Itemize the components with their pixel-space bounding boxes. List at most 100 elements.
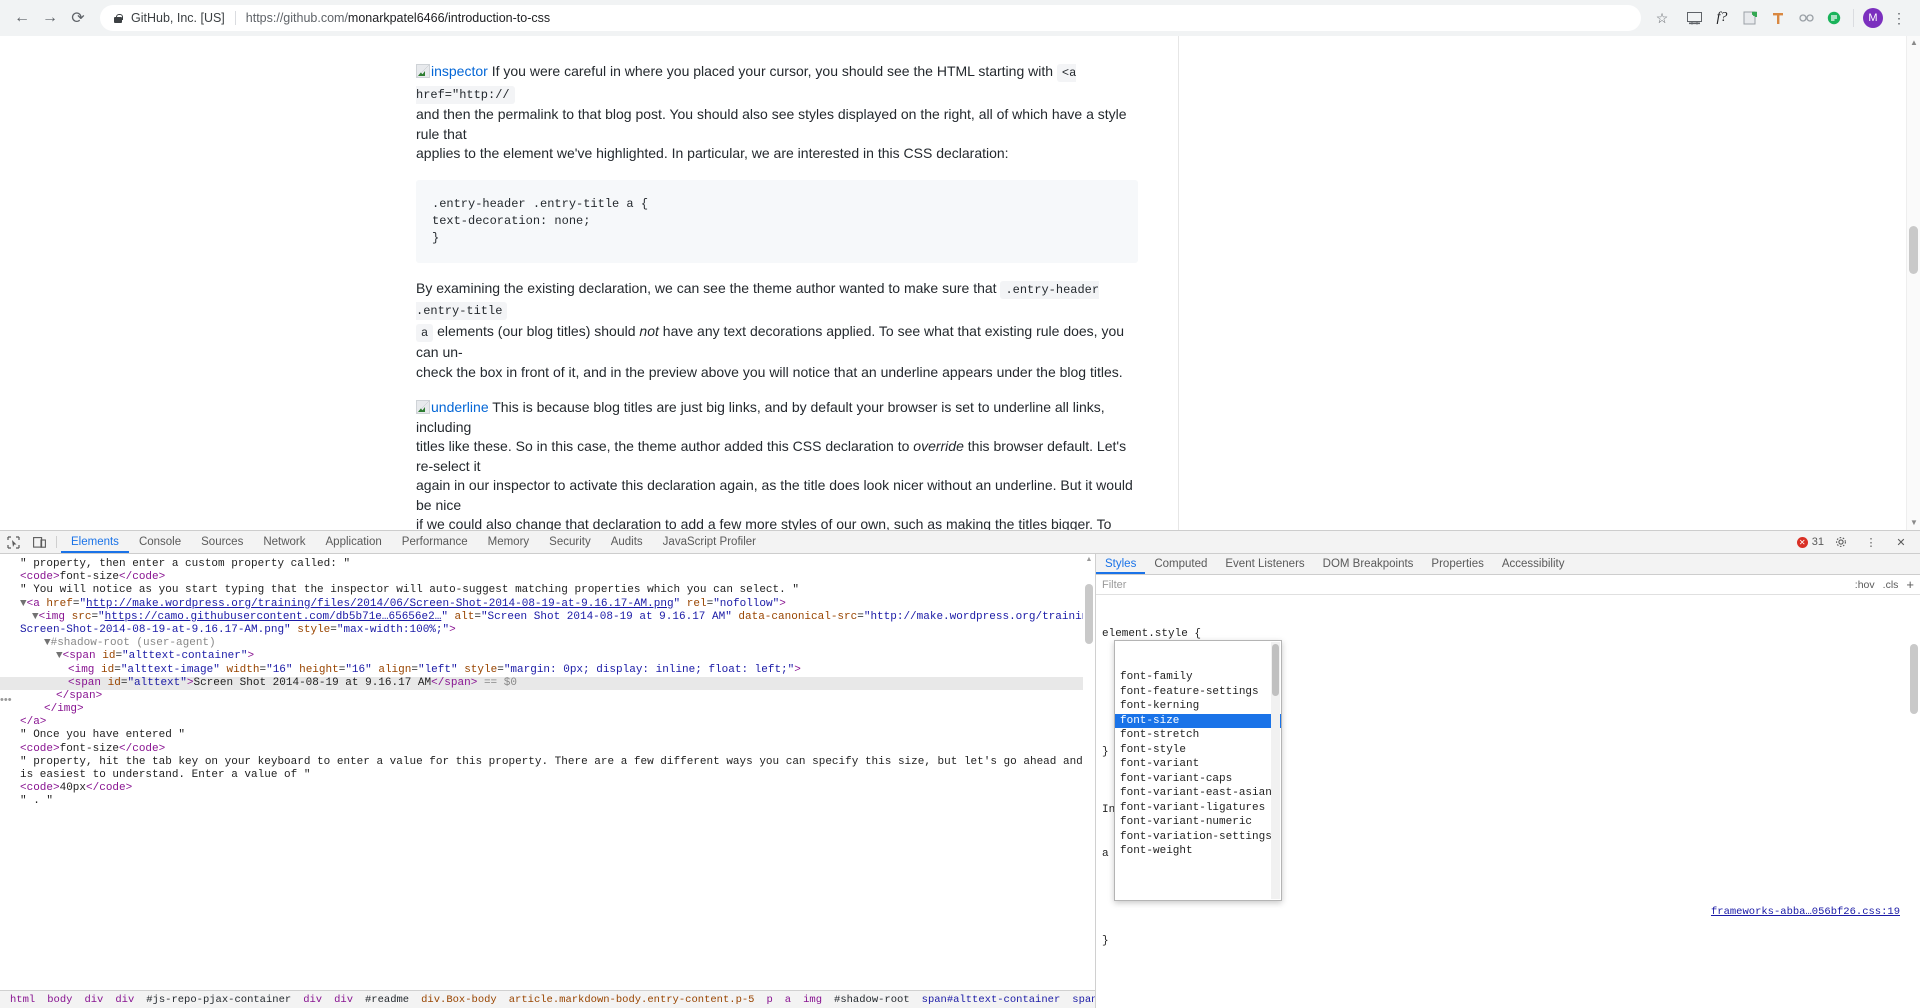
breadcrumb-item[interactable]: img [797,994,828,1006]
scroll-down-arrow-icon[interactable]: ▼ [1907,516,1920,530]
autocomplete-scrollbar[interactable] [1271,642,1280,899]
styles-scrollbar-thumb[interactable] [1910,644,1918,714]
cls-toggle[interactable]: .cls [1883,579,1899,591]
dom-tree-line[interactable]: " . " [0,795,1095,808]
breadcrumb-item[interactable]: p [760,994,778,1006]
chat-icon[interactable] [1821,5,1847,31]
dom-tree-line[interactable]: is easiest to understand. Enter a value … [0,769,1095,782]
autocomplete-item-font-style[interactable]: font-style [1115,743,1281,758]
autocomplete-item-font-kerning[interactable]: font-kerning [1115,699,1281,714]
dom-tree-line[interactable]: ▼<a href="http://make.wordpress.org/trai… [0,598,1095,611]
hov-toggle[interactable]: :hov [1855,579,1875,591]
devtools-tab-application[interactable]: Application [316,531,392,553]
dom-tree-line[interactable]: Screen-Shot-2014-08-19-at-9.16.17-AM.png… [0,624,1095,637]
devtools-more-button[interactable]: ⋮ [1858,536,1884,549]
devtools-tab-javascript-profiler[interactable]: JavaScript Profiler [653,531,766,553]
branch-icon[interactable] [1765,5,1791,31]
dom-tree-line[interactable]: " property, then enter a custom property… [0,558,1095,571]
scroll-up-arrow-icon[interactable]: ▲ [1083,554,1095,566]
forward-button[interactable]: → [36,4,64,32]
breadcrumb-item[interactable]: #js-repo-pjax-container [140,994,297,1006]
property-autocomplete-popup[interactable]: font-family font-feature-settings font-ker… [1114,640,1282,901]
styles-tab-styles[interactable]: Styles [1096,554,1145,574]
styles-tab-accessibility[interactable]: Accessibility [1493,554,1574,574]
devtools-close-button[interactable]: ✕ [1888,536,1914,549]
styles-tab-dom-breakpoints[interactable]: DOM Breakpoints [1314,554,1423,574]
dom-tree-line[interactable]: <span id="alttext">Screen Shot 2014-08-1… [0,676,1095,690]
breadcrumb-item[interactable]: html [4,994,41,1006]
autocomplete-item-font-variant-east-asian[interactable]: font-variant-east-asian [1115,786,1281,801]
inspector-image-alt-link[interactable]: inspector [431,63,488,79]
dom-tree[interactable]: " property, then enter a custom property… [0,554,1095,809]
breadcrumb-item[interactable]: div.Box-body [415,994,503,1006]
breadcrumb-item[interactable]: #readme [359,994,415,1006]
dom-tree-line[interactable]: <code>40px</code> [0,782,1095,795]
autocomplete-item-font-family[interactable]: font-family [1115,670,1281,685]
breadcrumb-item[interactable]: span#alttext [1066,994,1095,1006]
breadcrumb-item[interactable]: #shadow-root [828,994,916,1006]
dom-tree-line[interactable]: </span> [0,690,1095,703]
autocomplete-item-font-variant-ligatures[interactable]: font-variant-ligatures [1115,801,1281,816]
chrome-menu-button[interactable]: ⋮ [1886,5,1912,31]
dom-tree-line[interactable]: </img> [0,703,1095,716]
devtools-settings-button[interactable] [1828,536,1854,548]
autocomplete-item-font-weight[interactable]: font-weight [1115,844,1281,856]
breadcrumb-item[interactable]: div [328,994,359,1006]
breadcrumb-item[interactable]: span#alttext-container [916,994,1067,1006]
scroll-up-arrow-icon[interactable]: ▲ [1907,36,1920,50]
new-style-rule-button[interactable]: + [1906,577,1914,592]
stylesheet-source-link-1[interactable]: frameworks-abba…056bf26.css:19 [1711,905,1900,920]
error-count-badge[interactable]: ✕ 31 [1796,536,1824,548]
breadcrumb-item[interactable]: body [41,994,78,1006]
dom-resize-handle[interactable]: ••• [0,694,12,706]
profile-button[interactable]: M [1860,5,1886,31]
reading-list-icon[interactable] [1681,5,1707,31]
underline-image-alt-link[interactable]: underline [431,399,489,415]
devtools-tab-performance[interactable]: Performance [392,531,478,553]
devtools-tab-audits[interactable]: Audits [601,531,653,553]
fraction-extension-icon[interactable]: f? [1709,5,1735,31]
dom-tree-line[interactable]: ▼#shadow-root (user-agent) [0,637,1095,650]
dom-tree-line[interactable]: <code>font-size</code> [0,743,1095,756]
breadcrumb-item[interactable]: div [297,994,328,1006]
dom-tree-line[interactable]: ▼<span id="alttext-container"> [0,650,1095,663]
inspect-element-icon[interactable] [0,531,26,553]
breadcrumb-item[interactable]: div [109,994,140,1006]
breadcrumb-item[interactable]: a [779,994,797,1006]
styles-filter-input[interactable]: Filter [1102,579,1847,591]
devtools-tab-security[interactable]: Security [539,531,601,553]
page-scrollbar[interactable]: ▲ ▼ [1906,36,1920,530]
autocomplete-list[interactable]: font-family font-feature-settings font-ker… [1115,670,1281,856]
dom-tree-line[interactable]: " property, hit the tab key on your keyb… [0,756,1095,769]
autocomplete-scrollbar-thumb[interactable] [1272,644,1279,696]
dom-tree-line[interactable]: " You will notice as you start typing th… [0,584,1095,597]
page-scrollbar-thumb[interactable] [1909,226,1918,274]
devtools-tab-memory[interactable]: Memory [478,531,540,553]
styles-tab-computed[interactable]: Computed [1145,554,1216,574]
dom-tree-line[interactable]: <img id="alttext-image" width="16" heigh… [0,664,1095,677]
devtools-tab-network[interactable]: Network [253,531,315,553]
dom-tree-line[interactable]: </a> [0,716,1095,729]
autocomplete-item-font-variant[interactable]: font-variant [1115,757,1281,772]
dom-tree-line[interactable]: <code>font-size</code> [0,571,1095,584]
breadcrumb-item[interactable]: article.markdown-body.entry-content.p-5 [503,994,761,1006]
autocomplete-item-font-variant-numeric[interactable]: font-variant-numeric [1115,815,1281,830]
autocomplete-item-font-stretch[interactable]: font-stretch [1115,728,1281,743]
chain-icon[interactable] [1793,5,1819,31]
reload-button[interactable]: ⟳ [64,4,92,32]
devtools-tab-elements[interactable]: Elements [61,531,129,553]
breadcrumb-item[interactable]: div [78,994,109,1006]
styles-tab-event-listeners[interactable]: Event Listeners [1216,554,1313,574]
dom-scrollbar-thumb[interactable] [1085,584,1093,644]
autocomplete-item-font-feature-settings[interactable]: font-feature-settings [1115,685,1281,700]
dom-tree-line[interactable]: " Once you have entered " [0,729,1095,742]
styles-tab-properties[interactable]: Properties [1422,554,1492,574]
autocomplete-item-font-size[interactable]: font-size [1115,713,1281,728]
back-button[interactable]: ← [8,4,36,32]
address-bar[interactable]: GitHub, Inc. [US] https://github.com/mon… [100,5,1641,31]
new-note-icon[interactable] [1737,5,1763,31]
autocomplete-item-font-variant-caps[interactable]: font-variant-caps [1115,772,1281,787]
dom-scrollbar[interactable]: ▲ ▼ [1083,554,1095,1008]
styles-scrollbar[interactable] [1908,636,1920,1008]
device-toolbar-icon[interactable] [26,531,52,553]
